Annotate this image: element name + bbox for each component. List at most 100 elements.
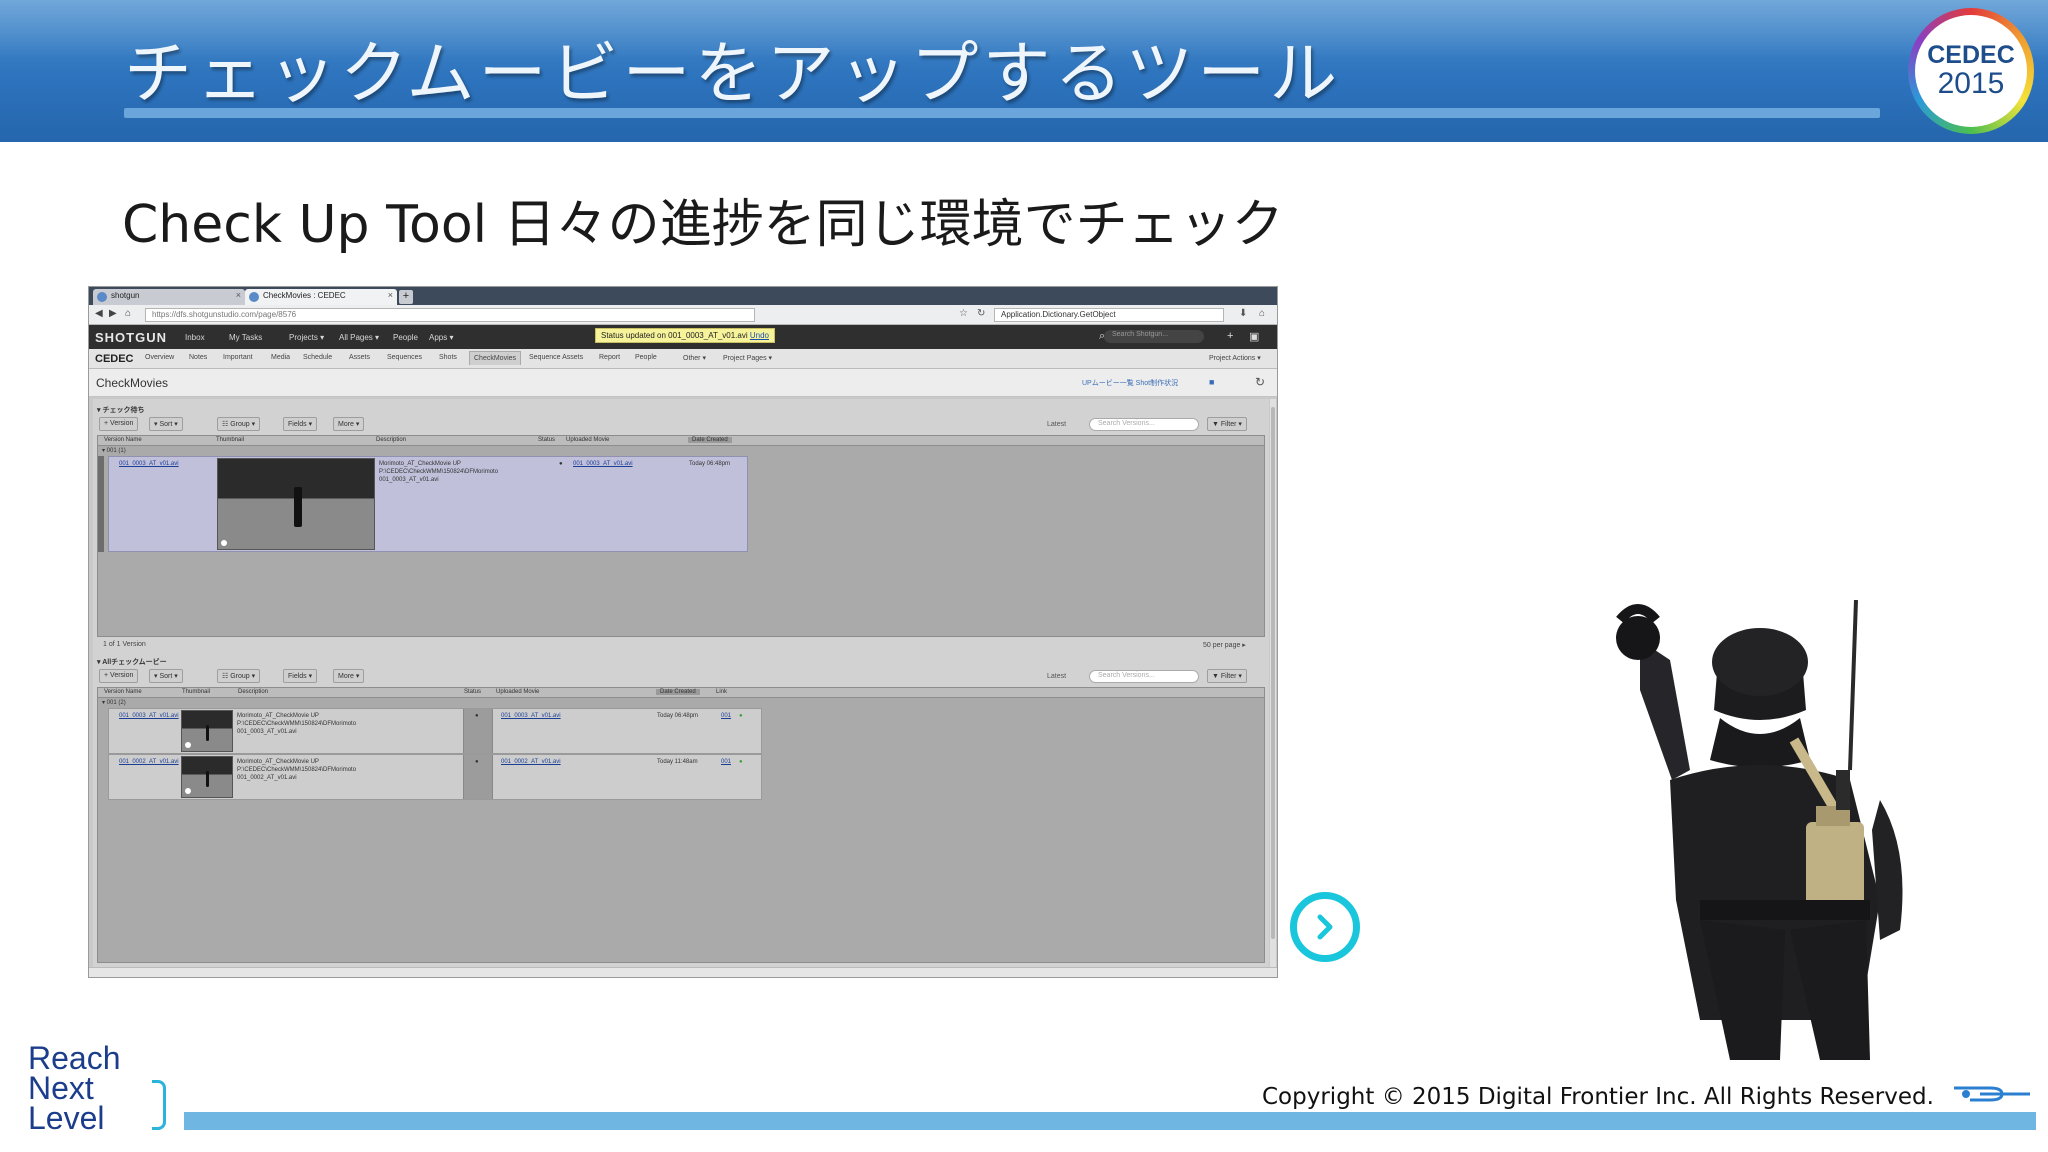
forward-icon[interactable]: ▶ bbox=[109, 308, 117, 319]
filter-button[interactable]: ▼ Filter ▾ bbox=[1207, 669, 1247, 683]
undo-link[interactable]: Undo bbox=[750, 331, 769, 340]
column-header[interactable]: Date Created bbox=[688, 437, 732, 443]
tab-sequences[interactable]: Sequences bbox=[387, 354, 422, 361]
sort-button[interactable]: ▾ Sort ▾ bbox=[149, 417, 183, 431]
per-page-selector[interactable]: 50 per page ▸ bbox=[1203, 641, 1246, 649]
tab-sequence-assets[interactable]: Sequence Assets bbox=[529, 354, 583, 361]
column-header[interactable]: Description bbox=[238, 689, 268, 695]
thumbnail[interactable] bbox=[217, 458, 375, 550]
shotgun-logo[interactable]: SHOTGUN bbox=[95, 330, 167, 345]
project-actions-menu[interactable]: Project Actions ▾ bbox=[1209, 354, 1261, 362]
add-version-button[interactable]: + Version bbox=[99, 669, 139, 683]
shotgun-search-input[interactable]: Search Shotgun... bbox=[1104, 330, 1204, 343]
tab-media[interactable]: Media bbox=[271, 354, 290, 361]
thumbnail[interactable] bbox=[181, 710, 233, 752]
version-name-link[interactable]: 001_0003_AT_v01.avi bbox=[119, 711, 179, 721]
uploaded-movie-link[interactable]: 001_0003_AT_v01.avi bbox=[501, 711, 561, 721]
column-header[interactable]: Uploaded Movie bbox=[566, 437, 609, 443]
star-icon[interactable]: ☆ bbox=[959, 308, 968, 319]
group-button[interactable]: ☷ Group ▾ bbox=[217, 669, 261, 683]
column-header[interactable]: Status bbox=[464, 689, 481, 695]
fields-button[interactable]: Fields ▾ bbox=[283, 669, 318, 683]
refresh-icon[interactable]: ↻ bbox=[1255, 375, 1265, 389]
tab-schedule[interactable]: Schedule bbox=[303, 354, 332, 361]
url-field[interactable]: https://dfs.shotgunstudio.com/page/8576 bbox=[145, 308, 755, 322]
latest-checkbox[interactable]: Latest bbox=[1047, 673, 1066, 680]
home-icon[interactable]: ⌂ bbox=[125, 308, 131, 319]
column-header[interactable]: Date Created bbox=[656, 689, 700, 695]
add-version-button[interactable]: + Version bbox=[99, 417, 139, 431]
column-header[interactable]: Link bbox=[716, 689, 727, 695]
play-icon[interactable] bbox=[221, 540, 227, 546]
latest-checkbox[interactable]: Latest bbox=[1047, 421, 1066, 428]
download-icon[interactable]: ⬇ bbox=[1239, 308, 1247, 319]
status-badge[interactable]: ● bbox=[559, 459, 563, 469]
tab-overview[interactable]: Overview bbox=[145, 354, 174, 361]
my-tasks-link[interactable]: My Tasks bbox=[229, 333, 262, 342]
layout-icon[interactable]: ■ bbox=[1209, 377, 1214, 387]
tab-checkmovies[interactable]: CheckMovies bbox=[469, 351, 522, 365]
scrollbar-thumb[interactable] bbox=[1271, 407, 1275, 939]
tab-important[interactable]: Important bbox=[223, 354, 253, 361]
avatar[interactable]: ▣ bbox=[1249, 330, 1259, 343]
column-header[interactable]: Status bbox=[538, 437, 555, 443]
table-row[interactable]: 001_0002_AT_v01.avi Morimoto_AT_CheckMov… bbox=[108, 754, 762, 800]
tab-shots[interactable]: Shots bbox=[439, 354, 457, 361]
filter-button[interactable]: ▼ Filter ▾ bbox=[1207, 417, 1247, 431]
browser-search-field[interactable]: Application.Dictionary.GetObject bbox=[994, 308, 1224, 322]
inbox-link[interactable]: Inbox bbox=[185, 333, 205, 342]
refresh-icon[interactable]: ↻ bbox=[977, 308, 985, 319]
group-label[interactable]: ▾ 001 (2) bbox=[102, 699, 126, 706]
plus-icon[interactable]: + bbox=[1227, 330, 1233, 342]
tab-project-pages[interactable]: Project Pages ▾ bbox=[723, 354, 772, 362]
close-icon[interactable]: × bbox=[236, 290, 241, 300]
new-tab-button[interactable]: + bbox=[399, 290, 413, 304]
browser-tab-checkmovies[interactable]: CheckMovies : CEDEC × bbox=[245, 289, 397, 305]
version-name-link[interactable]: 001_0003_AT_v01.avi bbox=[119, 459, 179, 469]
projects-menu[interactable]: Projects ▾ bbox=[289, 333, 324, 342]
more-button[interactable]: More ▾ bbox=[333, 669, 365, 683]
column-header[interactable]: Thumbnail bbox=[182, 689, 210, 695]
group-label[interactable]: ▾ 001 (1) bbox=[102, 447, 126, 454]
thumbnail[interactable] bbox=[181, 756, 233, 798]
status-badge[interactable]: ● bbox=[475, 711, 479, 721]
tab-people[interactable]: People bbox=[635, 354, 657, 361]
column-header[interactable]: Version Name bbox=[104, 689, 142, 695]
uploaded-movie-link[interactable]: 001_0003_AT_v01.avi bbox=[573, 459, 633, 469]
vertical-scrollbar[interactable] bbox=[1270, 399, 1276, 967]
column-header[interactable]: Version Name bbox=[104, 437, 142, 443]
play-icon[interactable] bbox=[185, 788, 191, 794]
group-button[interactable]: ☷ Group ▾ bbox=[217, 417, 261, 431]
browser-tab-shotgun[interactable]: shotgun × bbox=[93, 289, 245, 305]
version-search-input[interactable]: Search Versions... bbox=[1089, 670, 1199, 683]
section-title-all[interactable]: ▾ Allチェックムービー bbox=[97, 657, 167, 667]
tab-notes[interactable]: Notes bbox=[189, 354, 207, 361]
people-link[interactable]: People bbox=[393, 333, 418, 342]
home-icon[interactable]: ⌂ bbox=[1259, 308, 1265, 319]
table-row[interactable]: 001_0003_AT_v01.avi Morimoto_AT_CheckMov… bbox=[108, 708, 762, 754]
all-pages-menu[interactable]: All Pages ▾ bbox=[339, 333, 379, 342]
version-name-link[interactable]: 001_0002_AT_v01.avi bbox=[119, 757, 179, 767]
column-header[interactable]: Uploaded Movie bbox=[496, 689, 539, 695]
back-icon[interactable]: ◀ bbox=[95, 308, 103, 319]
table-row[interactable]: 001_0003_AT_v01.avi Morimoto_AT_CheckMov… bbox=[108, 456, 748, 552]
link-entity[interactable]: 001 bbox=[721, 757, 731, 767]
uploaded-movie-link[interactable]: 001_0002_AT_v01.avi bbox=[501, 757, 561, 767]
close-icon[interactable]: × bbox=[388, 290, 393, 300]
tab-assets[interactable]: Assets bbox=[349, 354, 370, 361]
status-badge[interactable]: ● bbox=[475, 757, 479, 767]
link-entity[interactable]: 001 bbox=[721, 711, 731, 721]
apps-menu[interactable]: Apps ▾ bbox=[429, 333, 453, 342]
project-name[interactable]: CEDEC bbox=[95, 353, 134, 365]
play-icon[interactable] bbox=[185, 742, 191, 748]
tab-report[interactable]: Report bbox=[599, 354, 620, 361]
more-button[interactable]: More ▾ bbox=[333, 417, 365, 431]
version-search-input[interactable]: Search Versions... bbox=[1089, 418, 1199, 431]
column-header[interactable]: Description bbox=[376, 437, 406, 443]
sort-button[interactable]: ▾ Sort ▾ bbox=[149, 669, 183, 683]
section-title-pending[interactable]: ▾ チェック待ち bbox=[97, 405, 144, 415]
column-header[interactable]: Thumbnail bbox=[216, 437, 244, 443]
tab-other[interactable]: Other ▾ bbox=[683, 354, 706, 362]
fields-button[interactable]: Fields ▾ bbox=[283, 417, 318, 431]
page-links[interactable]: UPムービー一覧 Shot制作状況 bbox=[1082, 378, 1178, 388]
